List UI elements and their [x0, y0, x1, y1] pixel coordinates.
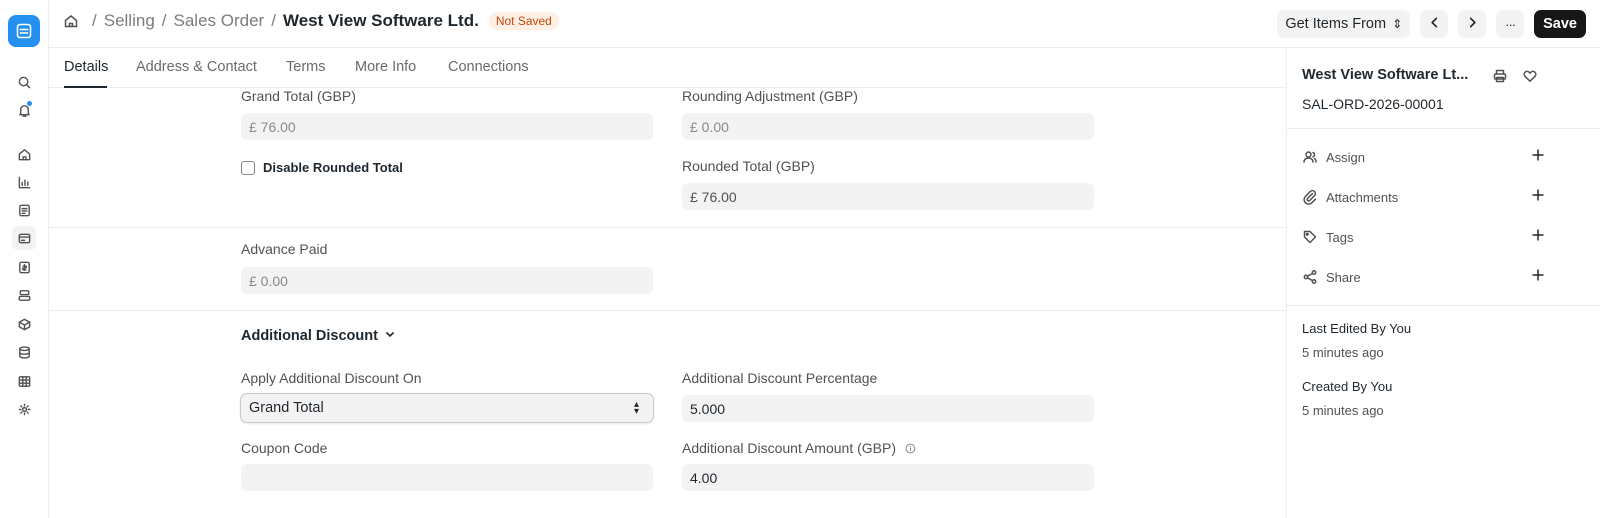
document-icon[interactable] [12, 198, 36, 222]
database-icon[interactable] [12, 340, 36, 364]
more-horizontal-icon: ··· [1505, 16, 1516, 32]
next-document-button[interactable] [1458, 10, 1487, 38]
chevron-right-icon [1466, 16, 1479, 33]
sidebar-divider [1287, 128, 1600, 129]
settings-gear-icon[interactable] [12, 397, 36, 421]
header-actions: Get Items From ⇕ ··· Save [1277, 10, 1586, 38]
tab-details[interactable]: Details [64, 59, 108, 75]
tab-terms[interactable]: Terms [286, 59, 325, 75]
user-icon [1302, 149, 1318, 165]
share-label: Share [1326, 269, 1361, 285]
apply-discount-on-label: Apply Additional Discount On [241, 370, 422, 386]
sidebar-assign[interactable]: Assign [1302, 147, 1547, 167]
additional-discount-section-title: Additional Discount [241, 328, 378, 344]
previous-document-button[interactable] [1420, 10, 1449, 38]
tab-address-contact[interactable]: Address & Contact [136, 59, 257, 75]
tags-label: Tags [1326, 229, 1354, 245]
get-items-from-label: Get Items From [1285, 16, 1387, 32]
chart-icon[interactable] [12, 170, 36, 194]
home-icon[interactable] [12, 142, 36, 166]
coupon-code-label: Coupon Code [241, 440, 328, 456]
breadcrumb-separator: / [92, 11, 97, 30]
heart-like-icon[interactable] [1522, 68, 1538, 84]
discount-amount-label: Additional Discount Amount (GBP) [682, 440, 896, 456]
info-icon[interactable] [905, 441, 916, 454]
left-rail [0, 0, 49, 518]
discount-amount-field[interactable]: 4.00 [682, 464, 1094, 491]
section-divider [49, 227, 1286, 228]
search-icon[interactable] [12, 70, 36, 94]
chevron-left-icon [1428, 16, 1441, 33]
last-edited-time: 5 minutes ago [1302, 345, 1384, 360]
chevron-down-icon [384, 328, 396, 344]
breadcrumb-separator: / [271, 11, 276, 30]
tab-more-info[interactable]: More Info [355, 59, 416, 75]
discount-amount-label-wrap: Additional Discount Amount (GBP) [682, 440, 916, 456]
sidebar-tags[interactable]: Tags [1302, 227, 1547, 247]
disable-rounded-total-checkbox[interactable] [241, 161, 255, 175]
last-edited-by: Last Edited By You [1302, 321, 1412, 336]
created-by: Created By You [1302, 379, 1393, 394]
sidebar-document-title: West View Software Lt... [1302, 67, 1469, 83]
page-title: West View Software Ltd. [282, 11, 479, 30]
tab-connections[interactable]: Connections [448, 59, 529, 75]
add-share-icon[interactable] [1531, 268, 1547, 284]
rounding-adjustment-field[interactable]: £ 0.00 [682, 113, 1094, 140]
paperclip-icon [1302, 189, 1318, 205]
sidebar-document-id: SAL-ORD-2026-00001 [1302, 96, 1444, 112]
add-tag-icon[interactable] [1531, 228, 1547, 244]
invoice-icon[interactable] [12, 255, 36, 279]
select-updown-icon: ▴ ▾ [633, 399, 639, 417]
grand-total-field[interactable]: £ 76.00 [241, 113, 653, 140]
rounding-adjustment-label: Rounding Adjustment (GBP) [682, 88, 858, 104]
breadcrumb-sales-order[interactable]: Sales Order [174, 11, 265, 31]
document-sidebar: West View Software Lt... SAL-ORD-2026-00… [1286, 48, 1600, 518]
apply-discount-on-value: Grand Total [249, 400, 324, 416]
breadcrumb-separator: / [161, 11, 167, 30]
sidebar-attachments[interactable]: Attachments [1302, 187, 1547, 207]
tag-icon [1302, 229, 1318, 245]
add-assign-icon[interactable] [1531, 148, 1547, 164]
attachments-label: Attachments [1326, 189, 1399, 205]
section-divider [49, 310, 1286, 311]
disable-rounded-total-label: Disable Rounded Total [263, 160, 403, 175]
discount-percentage-label: Additional Discount Percentage [682, 370, 878, 386]
breadcrumb-selling[interactable]: Selling [104, 11, 155, 31]
rounded-total-label: Rounded Total (GBP) [682, 158, 815, 174]
advance-paid-label: Advance Paid [241, 241, 328, 257]
coupon-code-field[interactable] [241, 464, 653, 491]
form-body: Grand Total (GBP) £ 76.00 Rounding Adjus… [49, 88, 1286, 518]
page-header: / Selling / Sales Order / West View Soft… [49, 0, 1600, 48]
table-icon[interactable] [12, 369, 36, 393]
selling-icon[interactable] [12, 226, 36, 250]
rounded-total-field[interactable]: £ 76.00 [682, 183, 1094, 210]
status-badge: Not Saved [488, 12, 559, 30]
sidebar-share[interactable]: Share [1302, 267, 1547, 287]
save-button[interactable]: Save [1534, 10, 1586, 38]
assign-label: Assign [1326, 149, 1366, 165]
created-time: 5 minutes ago [1302, 403, 1384, 418]
notification-dot [27, 101, 32, 106]
advance-paid-field[interactable]: £ 0.00 [241, 267, 653, 294]
more-actions-button[interactable]: ··· [1496, 10, 1525, 38]
discount-percentage-field[interactable]: 5.000 [682, 395, 1094, 422]
sidebar-divider [1287, 305, 1600, 306]
apply-discount-on-select[interactable]: Grand Total ▴ ▾ [240, 393, 654, 423]
grand-total-label: Grand Total (GBP) [241, 88, 356, 104]
home-icon[interactable] [63, 13, 79, 29]
add-attachment-icon[interactable] [1531, 188, 1547, 204]
package-icon[interactable] [12, 312, 36, 336]
dropdown-updown-icon: ⇕ [1392, 17, 1403, 31]
additional-discount-section-toggle[interactable]: Additional Discount [241, 328, 396, 344]
printer-icon[interactable] [1492, 68, 1508, 84]
notification-bell-icon[interactable] [12, 98, 36, 122]
share-icon [1302, 269, 1318, 285]
stock-icon[interactable] [12, 283, 36, 307]
app-logo[interactable] [8, 15, 40, 47]
breadcrumb: / Selling / Sales Order / West View Soft… [63, 11, 559, 31]
form-tabs: Details Address & Contact Terms More Inf… [49, 48, 1286, 88]
get-items-from-button[interactable]: Get Items From ⇕ [1277, 10, 1411, 38]
